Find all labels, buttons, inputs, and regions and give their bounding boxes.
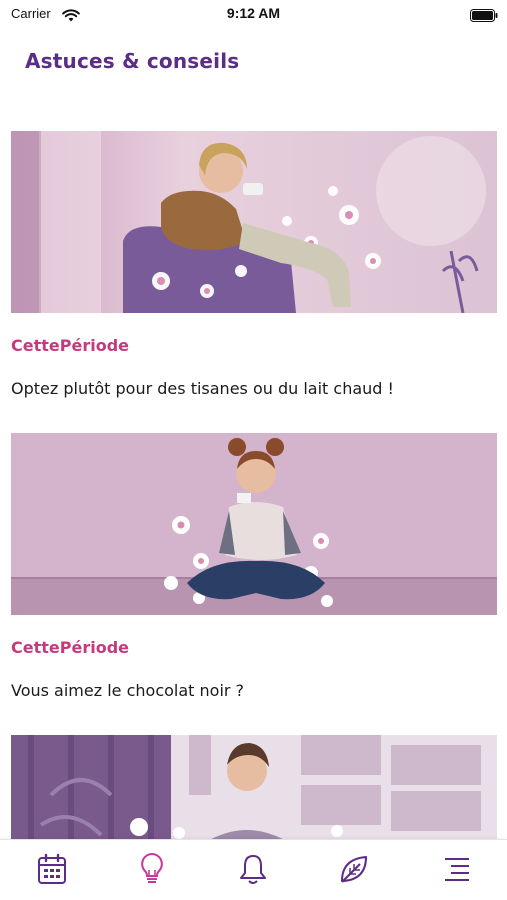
- battery-icon: [470, 7, 498, 26]
- tab-menu[interactable]: [439, 854, 473, 888]
- tip-image-meditation[interactable]: [11, 735, 497, 839]
- tab-bar: [0, 839, 507, 900]
- lightbulb-icon: [139, 852, 165, 890]
- tip-card[interactable]: CettePériode Vous aimez le chocolat noir…: [0, 433, 507, 723]
- tip-card[interactable]: [0, 735, 507, 839]
- menu-icon: [441, 856, 471, 886]
- tip-card[interactable]: CettePériode Optez plutôt pour des tisan…: [0, 131, 507, 421]
- calendar-icon: [37, 853, 67, 889]
- tip-image-tea[interactable]: [11, 131, 497, 313]
- tab-tips[interactable]: [135, 852, 169, 890]
- page-title: Astuces & conseils: [25, 49, 240, 73]
- leaf-icon: [338, 853, 370, 889]
- tip-image-chocolate[interactable]: [11, 433, 497, 615]
- tips-feed[interactable]: CettePériode Optez plutôt pour des tisan…: [0, 131, 507, 839]
- status-bar: Carrier 9:12 AM: [0, 0, 507, 28]
- tip-text: Vous aimez le chocolat noir ?: [11, 681, 245, 700]
- clock-time: 9:12 AM: [226, 5, 281, 21]
- tip-text: Optez plutôt pour des tisanes ou du lait…: [11, 379, 394, 398]
- tab-calendar[interactable]: [35, 853, 69, 889]
- bell-icon: [239, 853, 267, 889]
- tab-notifications[interactable]: [236, 854, 270, 888]
- tip-category: CettePériode: [11, 638, 129, 657]
- tip-category: CettePériode: [11, 336, 129, 355]
- tab-wellness[interactable]: [337, 854, 371, 888]
